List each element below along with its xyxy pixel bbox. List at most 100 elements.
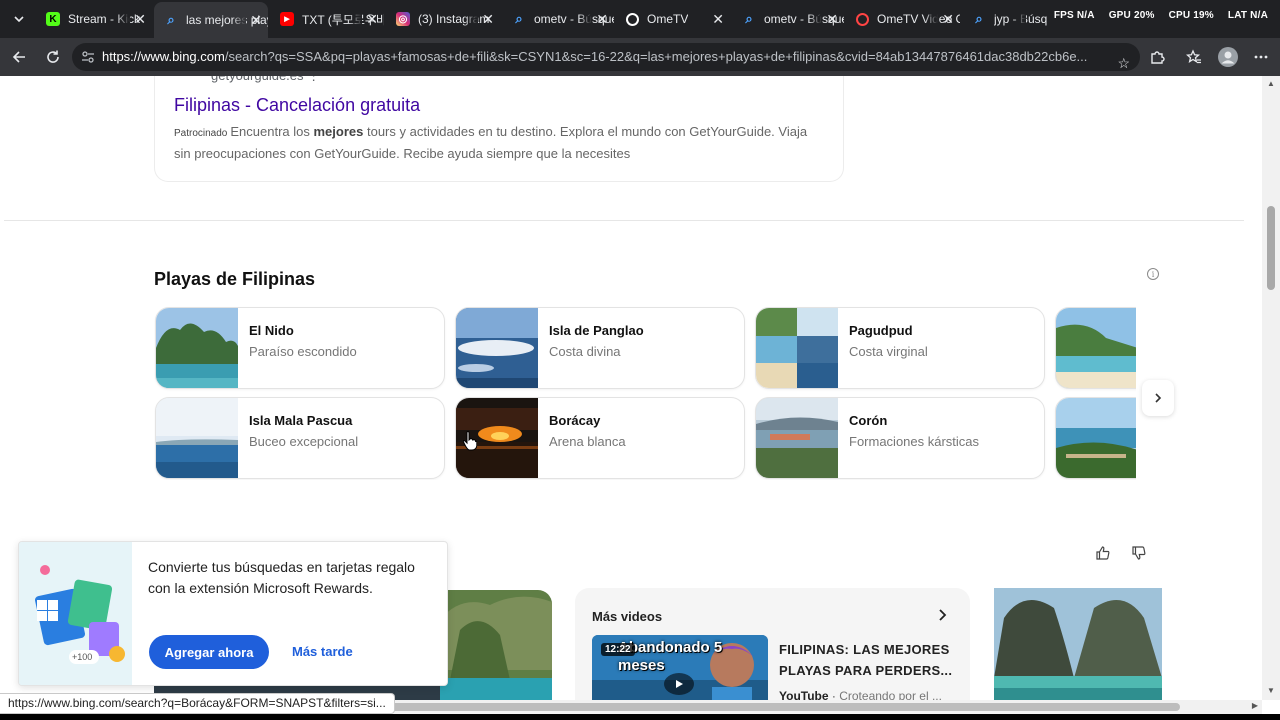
chevron-down-icon bbox=[14, 16, 24, 23]
sponsored-result-card: getyourguide.es ⋮ Filipinas - Cancelació… bbox=[154, 76, 844, 182]
video-thumbnail[interactable]: Abandonado 5 meses 12:22 bbox=[592, 635, 768, 700]
favorites-button[interactable] bbox=[1181, 44, 1207, 70]
beach-card[interactable]: Pagudpud Costa virginal bbox=[755, 307, 1045, 389]
close-tab-icon[interactable]: ✕ bbox=[366, 11, 378, 28]
tab-title-fade bbox=[1012, 4, 1026, 34]
scroll-right-arrow-icon[interactable]: ▶ bbox=[1252, 701, 1258, 710]
chevron-right-icon bbox=[1155, 393, 1162, 403]
ad-site-url[interactable]: getyourguide.es ⋮ bbox=[211, 76, 320, 84]
video-thumbnail-caption: Abandonado 5 meses bbox=[618, 639, 723, 674]
add-now-button[interactable]: Agregar ahora bbox=[149, 635, 269, 669]
avatar-icon bbox=[1218, 47, 1238, 67]
browser-tab[interactable]: ◎ (3) Instagram ✕ bbox=[386, 4, 500, 34]
beach-subtitle: Costa divina bbox=[549, 344, 621, 359]
close-tab-icon[interactable]: ✕ bbox=[134, 11, 146, 28]
tab-title-fade bbox=[924, 4, 938, 34]
browser-tab[interactable]: ⌕ometv - Búsqueda✕ bbox=[732, 4, 844, 34]
video-channel: Croteando por el ... bbox=[839, 689, 942, 700]
beaches-carousel: El Nido Paraíso escondido Isla de Pangla… bbox=[154, 306, 1136, 480]
video-thumbnail[interactable] bbox=[440, 590, 552, 700]
youtube-icon: ▶ bbox=[280, 12, 294, 26]
close-tab-icon[interactable]: ✕ bbox=[596, 11, 608, 28]
back-button[interactable] bbox=[6, 44, 32, 70]
bing-search-icon: ⌕ bbox=[167, 12, 175, 27]
browser-tab[interactable]: ⌕jyp - Búsqueda bbox=[962, 4, 1048, 34]
beach-card[interactable]: Corón Formaciones kársticas bbox=[755, 397, 1045, 479]
scroll-thumb[interactable] bbox=[1267, 206, 1275, 290]
section-divider bbox=[4, 220, 1244, 221]
thumbs-down-icon[interactable] bbox=[1132, 546, 1146, 560]
url-host: https://www.bing.com bbox=[102, 49, 225, 64]
beach-photo bbox=[456, 308, 538, 388]
later-button[interactable]: Más tarde bbox=[292, 644, 353, 659]
carousel-next-button[interactable] bbox=[1142, 380, 1174, 416]
more-videos-label: Más videos bbox=[592, 609, 663, 624]
rewards-points-badge: +100 bbox=[72, 652, 93, 662]
bing-search-icon: ⌕ bbox=[745, 11, 753, 26]
browser-tab[interactable]: ▶TXT (투모로우바이투게더)✕ bbox=[270, 4, 384, 34]
tab-title-fade bbox=[348, 4, 362, 34]
extensions-button[interactable] bbox=[1144, 44, 1170, 70]
reload-button[interactable] bbox=[40, 44, 66, 70]
vertical-scrollbar[interactable]: ▲ ▼ bbox=[1262, 76, 1280, 700]
tab-title: (3) Instagram bbox=[418, 12, 490, 26]
close-tab-icon[interactable]: ✕ bbox=[482, 11, 494, 28]
close-tab-icon[interactable]: ✕ bbox=[712, 11, 724, 28]
ad-desc-pre: Encuentra los bbox=[230, 124, 314, 139]
kick-icon: K bbox=[46, 12, 60, 26]
beach-card[interactable] bbox=[1055, 397, 1136, 479]
bing-search-icon: ⌕ bbox=[515, 11, 523, 26]
link-preview-status: https://www.bing.com/search?q=Borácay&FO… bbox=[0, 693, 395, 714]
profile-button[interactable] bbox=[1215, 44, 1241, 70]
ometv-icon bbox=[626, 12, 639, 26]
video-source: YouTube bbox=[779, 689, 829, 700]
beach-card[interactable] bbox=[1055, 307, 1136, 389]
info-icon[interactable]: i bbox=[1147, 268, 1159, 280]
close-tab-icon[interactable]: ✕ bbox=[942, 11, 954, 28]
address-bar[interactable]: https://www.bing.com/search?qs=SSA&pq=pl… bbox=[72, 43, 1140, 71]
tab-title-fade bbox=[116, 4, 130, 34]
beach-card[interactable]: El Nido Paraíso escondido bbox=[155, 307, 445, 389]
sponsored-label: Patrocinado bbox=[174, 128, 228, 139]
more-dots-icon bbox=[1254, 55, 1268, 59]
rewards-promo-popup: +100 Convierte tus búsquedas en tarjetas… bbox=[18, 541, 448, 686]
beach-card[interactable]: Isla Mala Pascua Buceo excepcional bbox=[155, 397, 445, 479]
browser-tab[interactable]: K Stream - Kick ✕ bbox=[36, 4, 152, 34]
beach-subtitle: Arena blanca bbox=[549, 434, 626, 449]
video-thumbnail[interactable] bbox=[994, 588, 1162, 700]
browser-tab[interactable]: ⌕las mejores playas✕ bbox=[154, 2, 268, 38]
performance-overlay: FPS N/A GPU 20% CPU 19% LAT N/A bbox=[1054, 10, 1268, 21]
browser-tab[interactable]: OmeTV Video Chat✕ bbox=[846, 4, 960, 34]
beach-photo bbox=[1056, 308, 1136, 388]
beach-card[interactable]: Isla de Panglao Costa divina bbox=[455, 307, 745, 389]
ometv-icon bbox=[856, 12, 869, 26]
browser-tab[interactable]: OmeTV ✕ bbox=[616, 4, 730, 34]
tab-title-fade bbox=[464, 4, 478, 34]
close-tab-icon[interactable]: ✕ bbox=[826, 11, 838, 28]
rewards-message: Convierte tus búsquedas en tarjetas rega… bbox=[148, 559, 415, 596]
beach-subtitle: Paraíso escondido bbox=[249, 344, 357, 359]
beach-subtitle: Formaciones kársticas bbox=[849, 434, 980, 449]
video-title[interactable]: FILIPINAS: LAS MEJORES PLAYAS PARA PERDE… bbox=[779, 639, 957, 681]
tab-title: OmeTV bbox=[647, 12, 689, 26]
more-videos-card[interactable]: Más videos Abandonado 5 meses 12:22 FILI… bbox=[575, 588, 970, 700]
beach-card[interactable]: Borácay Arena blanca bbox=[455, 397, 745, 479]
ad-title-link[interactable]: Filipinas - Cancelación gratuita bbox=[174, 95, 420, 116]
beach-name: Borácay bbox=[549, 413, 601, 428]
beach-name: Pagudpud bbox=[849, 323, 913, 338]
tab-search-button[interactable] bbox=[6, 6, 32, 32]
puzzle-icon bbox=[1151, 51, 1165, 64]
close-tab-icon[interactable]: ✕ bbox=[250, 12, 262, 29]
browser-tab[interactable]: ⌕ometv - Búsqueda✕ bbox=[502, 4, 614, 34]
scroll-down-arrow-icon[interactable]: ▼ bbox=[1267, 686, 1275, 695]
bookmark-star-icon[interactable]: ☆ bbox=[1117, 49, 1130, 71]
menu-button[interactable] bbox=[1248, 44, 1274, 70]
chevron-right-icon[interactable] bbox=[937, 608, 949, 622]
play-icon[interactable] bbox=[664, 673, 694, 695]
site-info-icon[interactable] bbox=[81, 50, 95, 64]
tab-title-fade bbox=[694, 4, 708, 34]
search-results-page: getyourguide.es ⋮ Filipinas - Cancelació… bbox=[0, 76, 1262, 700]
scroll-up-arrow-icon[interactable]: ▲ bbox=[1267, 79, 1275, 88]
latency-readout: LAT N/A bbox=[1227, 10, 1268, 21]
thumbs-up-icon[interactable] bbox=[1096, 546, 1110, 560]
